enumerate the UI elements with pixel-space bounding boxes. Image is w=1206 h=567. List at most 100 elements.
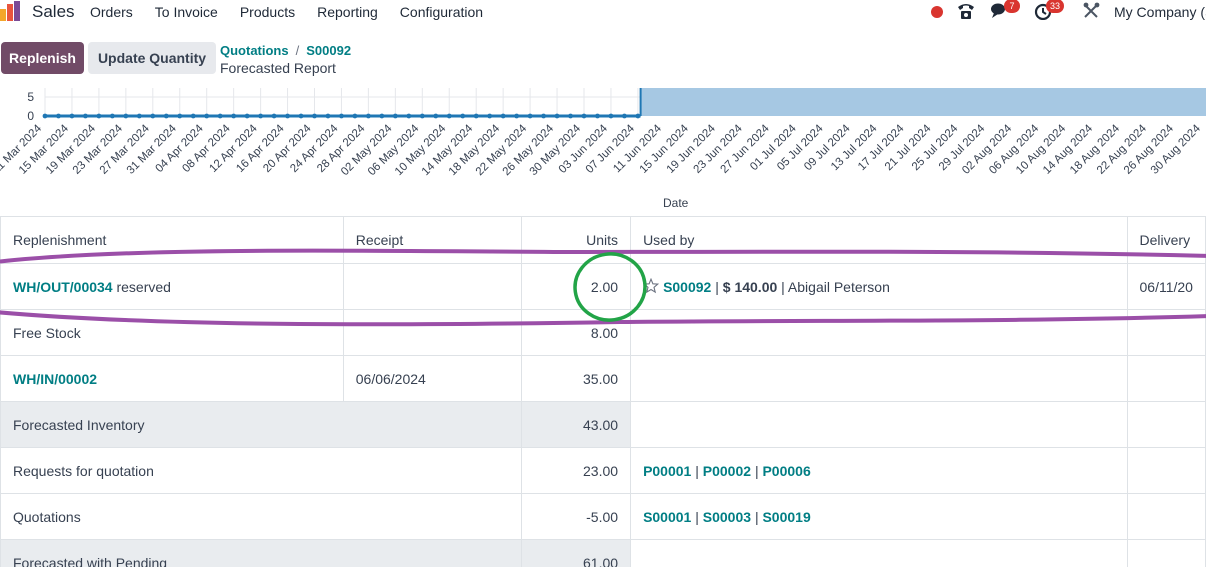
data-point — [163, 113, 169, 119]
receipt-cell — [342, 263, 523, 310]
data-point — [190, 113, 196, 119]
replenishment-cell: WH/OUT/00034 reserved — [0, 263, 344, 310]
sales-app-icon[interactable] — [0, 1, 22, 21]
data-point — [541, 113, 546, 119]
quotations-label: Quotations — [0, 493, 523, 540]
top-navbar: Sales Orders To Invoice Products Reporti… — [0, 0, 1206, 24]
app-name[interactable]: Sales — [32, 2, 75, 22]
used-by-cell — [630, 355, 1128, 402]
delivery-date-cell — [1126, 355, 1206, 402]
phone-icon[interactable] — [956, 2, 976, 20]
delivery-date-cell — [1126, 401, 1206, 448]
company-switcher[interactable]: My Company (S — [1114, 4, 1206, 20]
data-point — [622, 113, 627, 119]
messages-badge: 7 — [1004, 0, 1020, 13]
main-menu: Orders To Invoice Products Reporting Con… — [90, 4, 505, 20]
forecasted-inventory-label: Forecasted Inventory — [0, 401, 523, 448]
data-point — [352, 113, 358, 119]
used-by-cell: S00001 | S00003 | S00019 — [630, 493, 1128, 540]
receipt-cell — [342, 309, 523, 356]
data-point — [69, 113, 75, 119]
sale-order-link[interactable]: S00092 — [663, 279, 711, 295]
data-point — [595, 113, 600, 119]
units-cell: 43.00 — [521, 401, 632, 448]
data-point — [231, 113, 237, 119]
data-point — [150, 113, 156, 119]
data-point — [419, 113, 425, 119]
breadcrumb-quotations[interactable]: Quotations — [220, 43, 289, 58]
data-point — [285, 113, 290, 119]
quotation-link[interactable]: S00001 — [643, 509, 691, 525]
data-point — [136, 113, 142, 119]
table-row: WH/IN/00002 06/06/2024 35.00 — [0, 355, 1206, 402]
order-amount: $ 140.00 — [722, 279, 778, 295]
menu-configuration[interactable]: Configuration — [400, 4, 483, 20]
quotation-link[interactable]: S00019 — [762, 509, 810, 525]
data-point — [56, 113, 61, 119]
used-by-cell — [630, 401, 1128, 448]
purchase-order-link[interactable]: P00001 — [643, 463, 691, 479]
star-icon[interactable] — [643, 278, 660, 294]
receipt-ref-link[interactable]: WH/IN/00002 — [13, 371, 97, 387]
used-by-cell: P00001 | P00002 | P00006 — [630, 447, 1128, 494]
used-by-cell — [630, 539, 1128, 567]
units-cell: 23.00 — [521, 447, 632, 494]
header-used-by: Used by — [630, 216, 1128, 264]
units-cell: 35.00 — [521, 355, 632, 402]
delivery-date-cell — [1126, 309, 1206, 356]
purchase-order-link[interactable]: P00006 — [762, 463, 810, 479]
data-point — [109, 113, 115, 119]
status-dot-icon[interactable] — [931, 6, 943, 18]
update-quantity-button[interactable]: Update Quantity — [88, 42, 216, 74]
data-point — [42, 113, 48, 119]
delivery-ref-link[interactable]: WH/OUT/00034 — [13, 279, 113, 295]
table-header-row: Replenishment Receipt Units Used by Deli… — [0, 216, 1206, 264]
units-cell: 8.00 — [521, 309, 632, 356]
purchase-order-link[interactable]: P00002 — [703, 463, 751, 479]
tools-icon[interactable] — [1082, 2, 1102, 20]
chart-x-axis-title: Date — [663, 196, 689, 210]
data-point — [123, 113, 129, 119]
data-point — [366, 113, 371, 119]
header-receipt: Receipt — [342, 216, 523, 264]
data-point — [244, 113, 250, 119]
customer-name: Abigail Peterson — [787, 279, 890, 295]
data-point — [554, 113, 560, 119]
table-row: Free Stock 8.00 — [0, 309, 1206, 356]
header-delivery: Delivery — [1126, 216, 1206, 264]
used-by-cell — [630, 309, 1128, 356]
menu-to-invoice[interactable]: To Invoice — [155, 4, 218, 20]
delivery-date-cell — [1126, 447, 1206, 494]
table-row: Forecasted Inventory 43.00 — [0, 401, 1206, 448]
data-point — [339, 113, 344, 119]
activities-badge: 33 — [1046, 0, 1065, 13]
table-row: Forecasted with Pending 61.00 — [0, 539, 1206, 567]
menu-reporting[interactable]: Reporting — [317, 4, 378, 20]
data-point — [258, 113, 263, 119]
data-point — [177, 113, 183, 119]
breadcrumb-order[interactable]: S00092 — [306, 43, 351, 58]
reservation-status: reserved — [116, 278, 171, 295]
replenishment-cell: WH/IN/00002 — [0, 355, 344, 402]
rfq-label: Requests for quotation — [0, 447, 523, 494]
separator: | — [695, 462, 699, 479]
delivery-date-cell — [1126, 493, 1206, 540]
forecast-chart: 0511 Mar 202415 Mar 202419 Mar 202423 Ma… — [0, 88, 1206, 178]
data-point — [392, 113, 398, 119]
used-by-cell: S00092 | $ 140.00 | Abigail Peterson — [630, 263, 1128, 310]
data-point — [217, 113, 223, 119]
data-point — [325, 113, 331, 119]
replenish-button[interactable]: Replenish — [1, 42, 84, 74]
separator: | — [781, 279, 785, 295]
table-row: Requests for quotation 23.00 P00001 | P0… — [0, 447, 1206, 494]
menu-orders[interactable]: Orders — [90, 4, 133, 20]
separator: | — [754, 462, 759, 479]
quotation-link[interactable]: S00003 — [703, 509, 751, 525]
separator: | — [715, 279, 719, 295]
table-row: Quotations -5.00 S00001 | S00003 | S0001… — [0, 493, 1206, 540]
replenishment-cell: Free Stock — [0, 309, 344, 356]
forecast-area — [640, 88, 1206, 116]
menu-products[interactable]: Products — [240, 4, 295, 20]
forecasted-pending-label: Forecasted with Pending — [0, 539, 523, 567]
data-point — [298, 113, 304, 119]
